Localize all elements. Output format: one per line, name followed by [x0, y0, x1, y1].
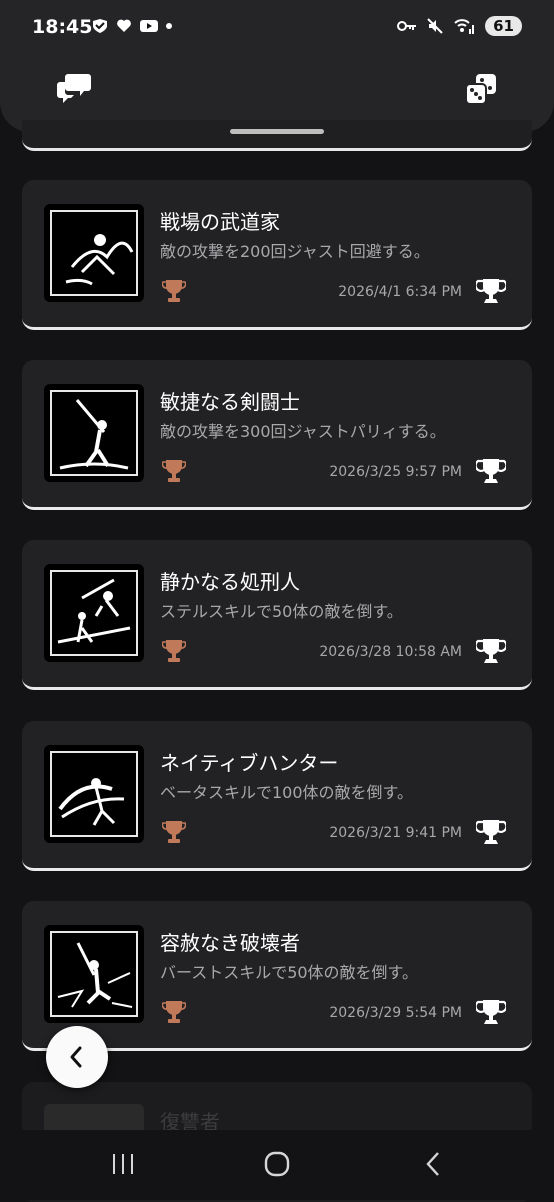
bronze-trophy-icon: [161, 819, 187, 845]
achievement-card[interactable]: 敏捷なる剣闘士敵の攻撃を300回ジャストパリィする。 2026/3/25 9:57…: [22, 360, 532, 510]
trophy-icon[interactable]: [474, 997, 508, 1027]
recents-icon[interactable]: [110, 1152, 136, 1176]
achievement-card[interactable]: ネイティブハンターベータスキルで100体の敵を倒す。 2026/3/21 9:41…: [22, 721, 532, 871]
achievement-date: 2026/3/29 5:54 PM: [329, 1005, 462, 1021]
system-icons: 61: [397, 16, 522, 36]
achievement-title: 敏捷なる剣闘士: [160, 390, 300, 414]
battery-badge: 61: [485, 16, 522, 36]
achievement-card[interactable]: 静かなる処刑人ステルスキルで50体の敵を倒す。 2026/3/28 10:58 A…: [22, 540, 532, 690]
dot-icon: [166, 23, 172, 29]
bronze-trophy-icon: [161, 278, 187, 304]
wifi-signal-icon: [454, 19, 475, 34]
achievement-thumbnail: [44, 384, 144, 482]
achievement-description: ベータスキルで100体の敵を倒す。: [160, 783, 413, 802]
achievement-thumbnail: [44, 925, 144, 1023]
previous-card-edge: [22, 120, 532, 151]
dice-icon[interactable]: [464, 72, 498, 106]
bronze-trophy-icon: [161, 999, 187, 1025]
home-icon[interactable]: [264, 1151, 290, 1177]
mute-icon: [427, 18, 443, 34]
youtube-icon: [140, 20, 158, 32]
achievement-title: 静かなる処刑人: [160, 570, 300, 594]
achievement-date: 2026/3/25 9:57 PM: [329, 464, 462, 480]
shield-icon: [93, 19, 107, 33]
status-time: 18:45: [32, 16, 93, 38]
trophy-icon[interactable]: [474, 636, 508, 666]
back-button[interactable]: [46, 1026, 108, 1088]
bronze-trophy-icon: [161, 638, 187, 664]
achievement-card[interactable]: 戦場の武道家敵の攻撃を200回ジャスト回避する。 2026/4/1 6:34 PM: [22, 180, 532, 330]
trophy-icon[interactable]: [474, 817, 508, 847]
achievement-title: 容赦なき破壊者: [160, 931, 300, 955]
trophy-icon[interactable]: [474, 456, 508, 486]
achievement-title: ネイティブハンター: [160, 751, 339, 775]
chevron-left-icon: [70, 1046, 82, 1068]
status-bar: 18:45 61: [0, 0, 554, 60]
navigation-bar: [0, 1130, 554, 1200]
achievement-date: 2026/3/21 9:41 PM: [329, 825, 462, 841]
heart-icon: [117, 19, 131, 32]
drag-handle[interactable]: [230, 129, 324, 134]
achievement-date: 2026/3/28 10:58 AM: [319, 644, 462, 660]
achievement-thumbnail: [44, 745, 144, 843]
notification-icons: [92, 18, 172, 34]
achievement-date: 2026/4/1 6:34 PM: [338, 284, 462, 300]
achievement-title: 戦場の武道家: [160, 210, 280, 234]
achievement-description: ステルスキルで50体の敵を倒す。: [160, 602, 403, 621]
trophy-icon[interactable]: [474, 276, 508, 306]
achievement-description: 敵の攻撃を200回ジャスト回避する。: [160, 242, 430, 261]
achievement-thumbnail: [44, 564, 144, 662]
back-nav-icon[interactable]: [422, 1151, 444, 1177]
chat-bubbles-icon[interactable]: [56, 72, 92, 104]
achievement-card[interactable]: 容赦なき破壊者バーストスキルで50体の敵を倒す。 2026/3/29 5:54 P…: [22, 901, 532, 1051]
achievement-thumbnail: [44, 204, 144, 302]
achievement-description: バーストスキルで50体の敵を倒す。: [160, 963, 418, 982]
bronze-trophy-icon: [161, 458, 187, 484]
key-icon: [397, 21, 417, 31]
achievement-description: 敵の攻撃を300回ジャストパリィする。: [160, 422, 446, 441]
